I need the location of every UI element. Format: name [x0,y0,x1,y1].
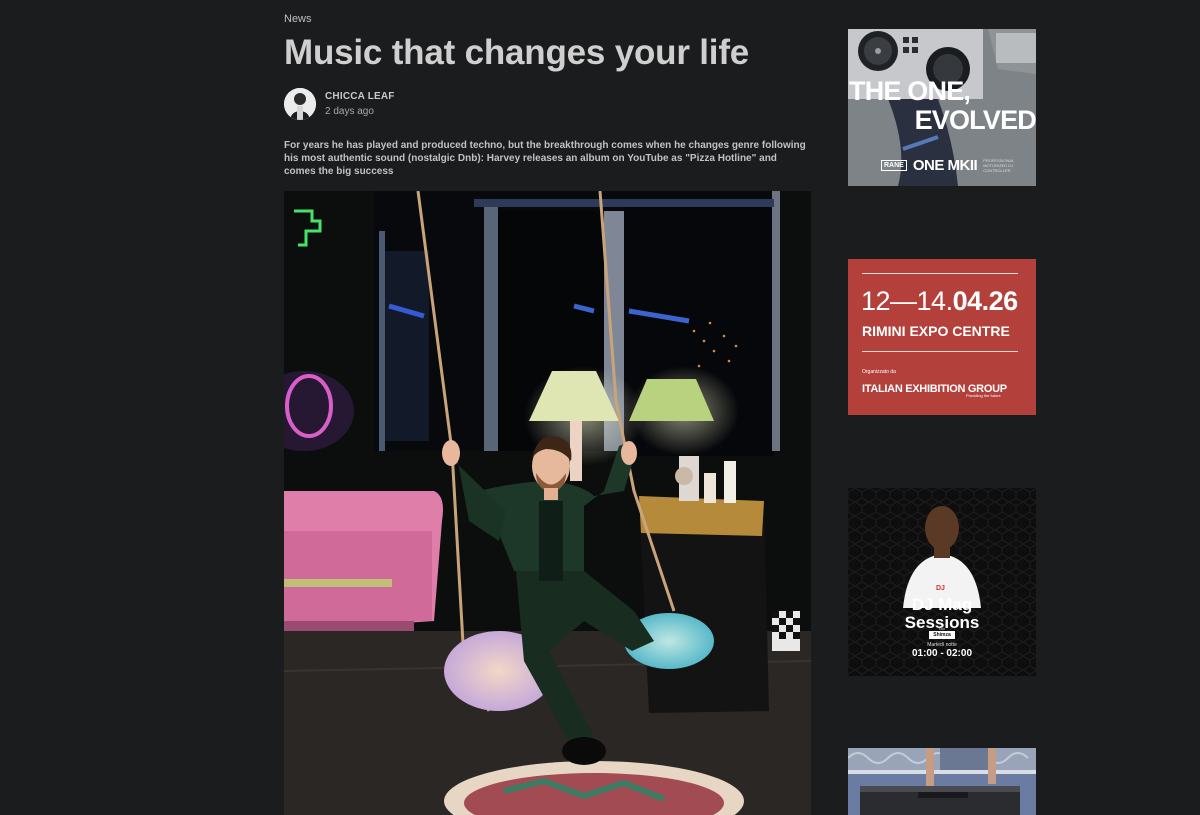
author-name[interactable]: CHICCA LEAF [325,91,395,102]
ad-dj-mag-artist: Shimza [929,631,955,639]
avatar[interactable] [284,88,316,120]
breadcrumb-news[interactable]: News [284,13,811,25]
article: News Music that changes your life CHICCA… [284,0,811,178]
ad-dj-mag-sessions[interactable]: DJ DJ Mag Sessions con Shimza Martedì no… [848,488,1036,676]
hero-photo [284,191,811,815]
dj-mag-logo: DJ [936,585,945,592]
page-title: Music that changes your life [284,33,750,72]
author-meta: CHICCA LEAF 2 days ago [325,91,395,117]
timestamp: 2 days ago [325,106,374,117]
ad-rane-one-mkii[interactable]: THE ONE, EVOLVED RANE ONE MKII PROFESSIO… [848,29,1036,186]
ad-dj-mag-time: 01:00 - 02:00 [911,648,973,659]
article-lead: For years he has played and produced tec… [284,140,806,177]
author-row: CHICCA LEAF 2 days ago [284,88,811,120]
ad-rimini-expo[interactable]: 12—14.04.26 RIMINI EXPO CENTRE Organizza… [848,259,1036,415]
ad-rane-product: ONE MKII [912,157,978,174]
ad-gear-case[interactable] [848,748,1036,815]
ad-gear-case-photo [848,748,1036,815]
ad-rane-headline-line2: EVOLVED [914,105,1036,135]
ad-expo-venue: RIMINI EXPO CENTRE [862,323,1010,339]
ad-expo-organizer-tagline: Providing the future [966,393,1001,398]
ad-divider [862,351,1018,352]
ad-divider [862,273,1018,274]
ad-expo-dates-prefix: 12—14. [861,286,953,316]
ad-rane-tagline: PROFESSIONAL MOTORIZED DJ CONTROLLER [983,158,1015,173]
hero-image [284,191,811,815]
author-photo [284,88,316,120]
rane-logo: RANE [881,160,907,171]
ad-rane-headline-line1: THE ONE, [849,76,971,106]
ad-rane-footer: RANE ONE MKII PROFESSIONAL MOTORIZED DJ … [881,157,1015,174]
ad-expo-dates: 12—14.04.26 [861,286,1018,317]
ad-rane-headline: THE ONE, EVOLVED [848,77,1036,135]
ad-expo-dates-bold: 04.26 [952,286,1019,316]
ad-expo-organizer-label: Organizzato da [862,369,896,375]
ad-dj-mag-title-line1: DJ Mag [911,595,973,614]
